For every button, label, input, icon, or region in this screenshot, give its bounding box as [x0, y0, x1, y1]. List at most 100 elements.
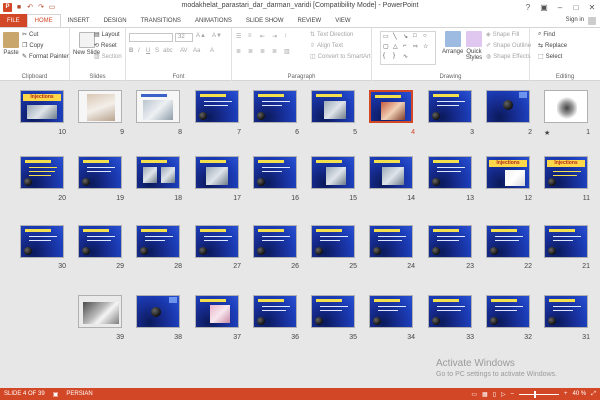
paste-button[interactable]: Paste	[3, 32, 19, 56]
section-button[interactable]: ▥ Section	[94, 53, 122, 61]
slide-thumbnail[interactable]	[311, 225, 355, 258]
slide-thumbnail[interactable]	[20, 225, 64, 258]
columns-icon[interactable]: ▥	[284, 48, 290, 55]
char-spacing-icon[interactable]: AV	[180, 48, 188, 54]
tab-animations[interactable]: ANIMATIONS	[188, 14, 239, 27]
select-button[interactable]: ⬚ Select	[538, 53, 562, 61]
slide-thumbnail[interactable]	[195, 225, 239, 258]
right-arrow-shape-icon[interactable]: ⇨	[413, 43, 418, 50]
line-shape-icon[interactable]: ╲	[393, 33, 397, 40]
numbering-icon[interactable]: ≡	[248, 33, 252, 39]
slide-thumbnail[interactable]	[136, 225, 180, 258]
quick-styles-button[interactable]: Quick Styles	[464, 31, 484, 61]
italic-icon[interactable]: I	[138, 48, 140, 54]
shape-effects-button[interactable]: ◍ Shape Effects	[486, 53, 531, 61]
slide-thumbnail[interactable]	[195, 156, 239, 189]
zoom-level[interactable]: 40 %	[573, 391, 587, 397]
slide-thumbnail[interactable]	[78, 225, 122, 258]
slide-thumbnail[interactable]	[78, 90, 122, 123]
slide-thumbnail[interactable]	[136, 90, 180, 123]
tab-review[interactable]: REVIEW	[291, 14, 329, 27]
slide-thumbnail[interactable]: Injections	[20, 90, 64, 123]
slide-thumbnail[interactable]	[253, 156, 297, 189]
slide-thumbnail[interactable]	[253, 90, 297, 123]
redo-icon[interactable]: ↷	[37, 3, 45, 11]
tab-home[interactable]: HOME	[26, 14, 61, 27]
slide-thumbnail[interactable]	[486, 295, 530, 328]
underline-icon[interactable]: U	[146, 48, 150, 54]
undo-icon[interactable]: ↶	[26, 3, 34, 11]
find-button[interactable]: ⌕ Find	[538, 31, 555, 38]
textbox-shape-icon[interactable]: ▭	[383, 33, 389, 40]
tab-insert[interactable]: INSERT	[61, 14, 97, 27]
slide-thumbnail[interactable]	[253, 295, 297, 328]
oval-shape-icon[interactable]: ○	[423, 33, 427, 39]
justify-icon[interactable]: ≣	[272, 48, 277, 55]
font-color-icon[interactable]: A	[210, 48, 214, 54]
save-icon[interactable]: ■	[15, 3, 23, 11]
slide-thumbnail-selected[interactable]	[369, 90, 413, 123]
slide-thumbnail[interactable]	[136, 295, 180, 328]
slide-thumbnail[interactable]	[311, 90, 355, 123]
line-spacing-icon[interactable]: ↕	[284, 33, 287, 39]
ribbon-display-icon[interactable]: ▣	[536, 0, 552, 14]
grow-font-icon[interactable]: A▲	[196, 33, 206, 39]
slide-thumbnail[interactable]	[428, 90, 472, 123]
bullets-icon[interactable]: ☰	[236, 33, 241, 40]
decrease-indent-icon[interactable]: ⇤	[260, 33, 265, 40]
format-painter-button[interactable]: ✎ Format Painter	[22, 53, 69, 61]
tab-slide-show[interactable]: SLIDE SHOW	[239, 14, 291, 27]
convert-smartart-button[interactable]: ◫ Convert to SmartArt	[310, 53, 371, 61]
slide-thumbnail[interactable]	[486, 225, 530, 258]
slide-thumbnail[interactable]	[369, 295, 413, 328]
slide-thumbnail[interactable]: Injections	[544, 156, 588, 189]
shape-fill-button[interactable]: ◈ Shape Fill	[486, 31, 519, 39]
help-icon[interactable]: ?	[520, 0, 536, 14]
copy-button[interactable]: ❐ Copy	[22, 42, 43, 50]
strikethrough-icon[interactable]: abc	[163, 48, 173, 54]
font-name-combo[interactable]	[129, 33, 173, 42]
shrink-font-icon[interactable]: A▼	[212, 33, 222, 39]
brace-shape-icon[interactable]: {	[383, 53, 385, 59]
slide-thumbnail[interactable]	[428, 156, 472, 189]
align-center-icon[interactable]: ≣	[248, 48, 253, 55]
text-direction-button[interactable]: ⇅ Text Direction	[310, 31, 353, 39]
font-size-combo[interactable]: 32	[175, 33, 193, 42]
slide-thumbnail[interactable]	[486, 90, 530, 123]
normal-view-icon[interactable]: ▭	[471, 391, 477, 398]
align-right-icon[interactable]: ≣	[260, 48, 265, 55]
shadow-icon[interactable]: S	[155, 48, 159, 54]
avatar[interactable]	[588, 17, 596, 25]
slide-thumbnail[interactable]	[253, 225, 297, 258]
reading-view-icon[interactable]: ▯	[493, 391, 496, 398]
slideshow-view-icon[interactable]: ▷	[501, 391, 506, 398]
slide-sorter-view-icon[interactable]: ▦	[482, 391, 488, 398]
rectangle-shape-icon[interactable]: □	[413, 33, 417, 39]
start-slideshow-icon[interactable]: ▭	[48, 3, 56, 11]
brace-right-shape-icon[interactable]: }	[393, 53, 395, 59]
tab-design[interactable]: DESIGN	[97, 14, 134, 27]
slide-thumbnail[interactable]	[78, 156, 122, 189]
slide-thumbnail[interactable]	[195, 90, 239, 123]
shapes-gallery[interactable]: ▭ ╲ ↘ □ ○ ▢ △ ⌐ ⇨ ☆ { } ∿	[380, 31, 436, 65]
slide-thumbnail[interactable]	[195, 295, 239, 328]
slide-thumbnail[interactable]	[544, 225, 588, 258]
replace-button[interactable]: ⇆ Replace	[538, 42, 567, 50]
align-left-icon[interactable]: ≣	[236, 48, 241, 55]
connector-shape-icon[interactable]: ⌐	[403, 43, 407, 49]
curve-shape-icon[interactable]: ∿	[403, 53, 408, 60]
minimize-icon[interactable]: –	[552, 0, 568, 14]
maximize-icon[interactable]: □	[568, 0, 584, 14]
align-text-button[interactable]: ⇳ Align Text	[310, 42, 343, 50]
rounded-rect-shape-icon[interactable]: ▢	[383, 43, 389, 50]
powerpoint-app-icon[interactable]: P	[3, 2, 12, 12]
slide-thumbnail[interactable]	[20, 156, 64, 189]
slide-thumbnail[interactable]	[544, 90, 588, 123]
bold-icon[interactable]: B	[129, 48, 133, 54]
slide-thumbnail[interactable]: Injections	[486, 156, 530, 189]
sign-in-link[interactable]: Sign in	[566, 17, 584, 23]
tab-file[interactable]: FILE	[0, 14, 27, 27]
slide-thumbnail[interactable]	[311, 156, 355, 189]
slide-thumbnail[interactable]	[136, 156, 180, 189]
fit-slide-icon[interactable]: ⤢	[591, 391, 596, 398]
